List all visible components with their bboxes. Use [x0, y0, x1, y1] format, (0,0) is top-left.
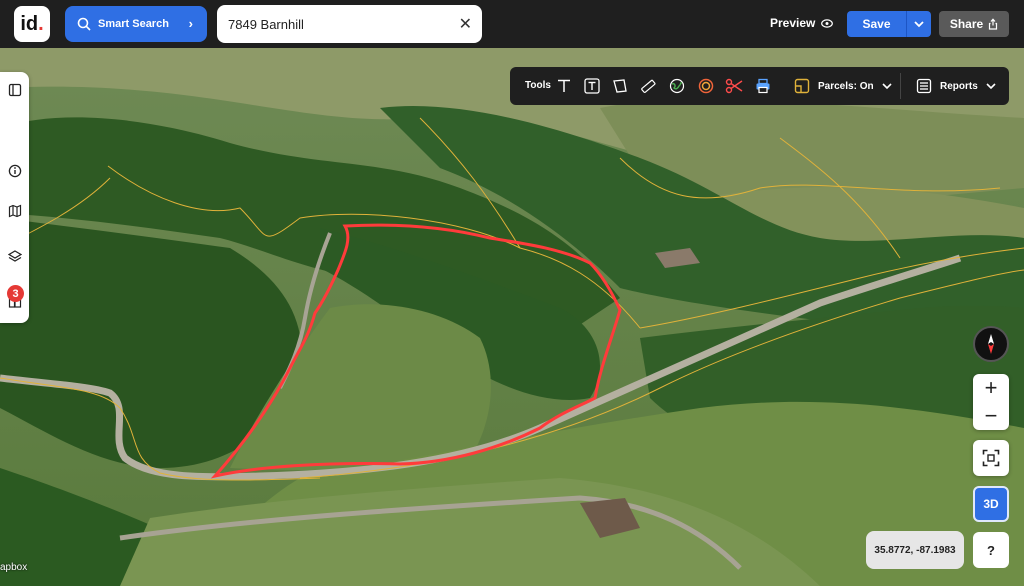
coordinates-readout[interactable]: 35.8772, -87.1983	[866, 531, 964, 569]
text-tool-button[interactable]	[554, 76, 574, 96]
smart-search-label: Smart Search	[98, 18, 169, 30]
help-button[interactable]: ?	[973, 532, 1009, 568]
ruler-tool-icon	[641, 79, 656, 93]
map-icon	[8, 204, 21, 218]
map-attribution[interactable]: apbox	[0, 562, 27, 573]
toolbar-divider	[900, 73, 901, 99]
chevron-down-icon	[882, 82, 892, 89]
compass-button[interactable]	[973, 326, 1009, 362]
share-button[interactable]: Share	[939, 11, 1009, 37]
chevron-down-icon	[986, 82, 996, 89]
print-tool-button[interactable]	[753, 76, 773, 96]
satellite-map[interactable]	[0, 48, 1024, 586]
zoom-controls: + −	[973, 374, 1009, 430]
save-button[interactable]: Save	[847, 11, 906, 37]
address-input[interactable]: 7849 Barnhill ✕	[217, 5, 482, 43]
layers-button[interactable]	[0, 238, 29, 274]
scissors-tool-button[interactable]	[724, 76, 744, 96]
preview-label: Preview	[770, 16, 816, 30]
app-logo[interactable]: id.	[14, 6, 50, 42]
chevron-down-icon	[914, 20, 924, 27]
globe-tool-icon	[669, 78, 685, 94]
logo-text: id	[20, 12, 39, 35]
preview-button[interactable]: Preview	[770, 16, 834, 30]
top-bar: id. Smart Search › 7849 Barnhill ✕ Previ…	[0, 0, 1024, 48]
left-rail: 3	[0, 72, 29, 323]
text-box-tool-button[interactable]	[582, 76, 602, 96]
reports-icon	[916, 78, 932, 94]
print-tool-icon	[756, 78, 770, 94]
zoom-in-button[interactable]: +	[973, 374, 1009, 402]
map-canvas[interactable]	[0, 48, 1024, 586]
save-options-dropdown[interactable]	[906, 11, 931, 37]
radius-tool-button[interactable]	[696, 76, 716, 96]
chevron-right-icon: ›	[188, 16, 193, 31]
notification-badge: 3	[7, 285, 24, 302]
layers-icon	[7, 250, 22, 262]
sidebar-toggle-icon	[8, 83, 21, 97]
reports-label: Reports	[940, 80, 978, 92]
tools-label: Tools	[525, 80, 551, 91]
3d-toggle-button[interactable]: 3D	[973, 486, 1009, 522]
clear-address-icon[interactable]: ✕	[459, 14, 472, 34]
zoom-out-button[interactable]: −	[973, 402, 1009, 430]
radius-tool-icon	[698, 78, 714, 94]
ruler-tool-button[interactable]	[638, 76, 658, 96]
parcels-icon	[794, 78, 810, 94]
compass-icon	[988, 334, 994, 354]
sidebar-toggle-button[interactable]	[0, 72, 29, 108]
parcels-toggle[interactable]: Parcels: On	[794, 75, 892, 97]
share-label: Share	[949, 17, 984, 31]
polygon-tool-button[interactable]	[610, 76, 630, 96]
reports-dropdown[interactable]: Reports	[916, 75, 996, 97]
text-tool-icon	[558, 79, 570, 92]
info-icon	[8, 164, 21, 178]
globe-tool-button[interactable]	[667, 76, 687, 96]
text-box-tool-icon	[584, 78, 600, 94]
parcels-label: Parcels: On	[818, 80, 874, 92]
share-icon	[989, 18, 998, 30]
eye-icon	[821, 18, 834, 28]
info-button[interactable]	[0, 153, 29, 189]
tools-toolbar: Tools Parcels: On Reports	[510, 67, 1009, 105]
map-button[interactable]	[0, 193, 29, 229]
polygon-tool-icon	[613, 79, 627, 93]
fit-to-parcel-button[interactable]	[973, 440, 1009, 476]
fit-bounds-icon	[982, 449, 1000, 467]
smart-search-button[interactable]: Smart Search ›	[65, 6, 207, 42]
search-icon	[77, 17, 91, 31]
scissors-tool-icon	[725, 78, 743, 94]
address-value: 7849 Barnhill	[228, 16, 304, 32]
